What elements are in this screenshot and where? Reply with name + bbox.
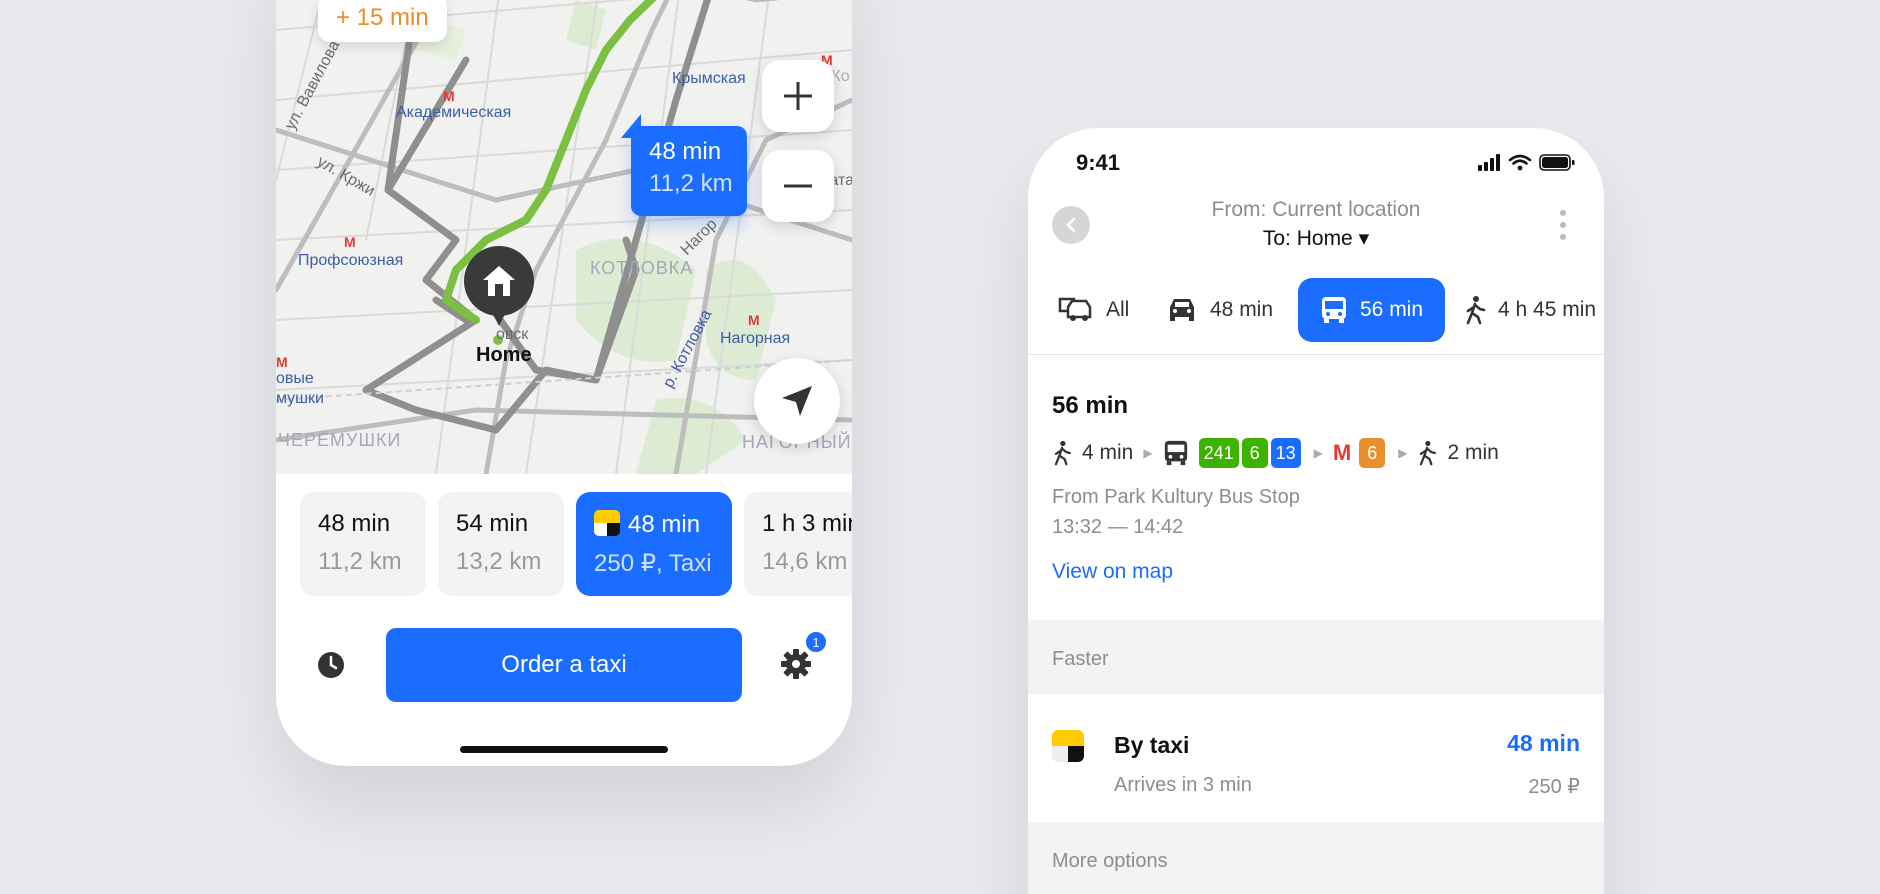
taxi-title: By taxi [1114,732,1190,758]
route-total-time: 56 min [1052,392,1129,419]
divider [1028,354,1604,355]
route-to-field[interactable]: To: Home ▾ [1028,226,1604,251]
bus-icon [1322,297,1346,323]
map-label-ovsk: овск [496,326,529,343]
right-phone: 9:41 From: Current location To: Home ▾ A… [1028,128,1604,894]
tab-all[interactable]: All [1058,278,1129,342]
route-from-field[interactable]: From: Current location [1028,198,1604,222]
step-arrow-icon: ▶ [1313,446,1323,460]
route-option-detail: 14,6 km [762,548,848,575]
metro-icon: М [344,234,356,250]
taxi-arrival: Arrives in 3 min [1114,774,1252,796]
map-label-akademicheskaya: Академическая [396,104,512,121]
more-options-section-header: More options [1028,822,1604,894]
tab-label: 56 min [1360,298,1424,321]
tab-transit-selected[interactable]: 56 min [1298,278,1446,342]
route-option-card[interactable]: 48 min 11,2 km [300,492,426,596]
transport-tabs: All 48 min 56 min 4 h 45 min [1028,278,1604,346]
more-options-label: More options [1052,850,1168,872]
route-map[interactable]: Академическая М Крымская Верхние Ко М Пр… [276,0,852,474]
my-location-button[interactable] [754,358,840,444]
bus-line-badge: 13 [1270,438,1301,468]
walk-icon [1466,296,1486,325]
route-option-time: 1 h 3 min [762,510,852,537]
map-label-novye-2: мушки [276,390,324,407]
route-option-detail: 250 ₽, Taxi [594,550,712,577]
route-option-detail: 13,2 km [456,548,542,575]
route-option-time: 48 min [628,511,701,538]
taxi-price: 250 ₽ [1528,776,1580,798]
route-bubble[interactable]: 48 min 11,2 km [621,114,747,216]
home-icon [483,266,515,296]
route-bubble-distance: 11,2 km [649,170,733,197]
metro-line-badge: 6 [1359,438,1386,468]
route-option-card[interactable]: 54 min 13,2 km [438,492,564,596]
order-taxi-button[interactable]: Order a taxi [386,628,742,702]
route-option-card-taxi-selected[interactable]: 48 min 250 ₽, Taxi [576,492,732,596]
route-option-time: 54 min [456,510,529,537]
navigation-arrow-icon [782,386,812,416]
home-label: Home [476,344,532,366]
route-bubble-time: 48 min [649,138,722,165]
multi-transport-icon [1058,297,1092,321]
walk-icon [1054,440,1071,466]
map-label-novye: овые [276,370,314,387]
home-indicator [460,746,668,753]
map-label-krymskaya: Крымская [672,70,746,87]
tab-label: 4 h 45 min [1498,298,1597,321]
tab-label: All [1106,298,1130,321]
wifi-icon [1508,154,1532,165]
faster-section-header: Faster [1028,620,1604,694]
more-vertical-icon[interactable] [1558,208,1568,242]
left-phone: Академическая М Крымская Верхние Ко М Пр… [276,0,852,766]
taxi-time: 48 min [1507,730,1580,756]
metro-icon: М [748,312,760,328]
bus-line-badge: 241 [1198,438,1239,468]
map-label-cheryomushki: ЧЕРЁМУШКИ [278,430,402,450]
signal-icon [1478,154,1500,171]
minus-icon [784,184,812,188]
metro-icon: М [1332,440,1352,465]
settings-badge: 1 [804,630,828,654]
plus-icon [784,82,812,110]
gear-icon[interactable] [780,648,812,680]
walk-start-time: 4 min [1082,441,1134,464]
walk-icon [1420,440,1437,466]
taxi-option-row[interactable]: By taxi Arrives in 3 min 48 min 250 ₽ [1028,694,1604,822]
bus-icon [1164,440,1187,466]
route-option-time: 48 min [318,510,391,537]
walk-end-time: 2 min [1447,441,1499,464]
tab-label: 48 min [1210,298,1274,321]
status-icons [1478,154,1575,171]
yandex-taxi-logo-icon [594,510,620,536]
yandex-taxi-logo-icon [1052,730,1084,762]
faster-header-label: Faster [1052,648,1109,670]
step-arrow-icon: ▶ [1398,446,1408,460]
route-option-card[interactable]: 1 h 3 min 14,6 km [744,492,852,596]
map-label-profsoyuznaya: Профсоюзная [298,252,404,269]
tab-walk[interactable]: 4 h 45 min [1464,278,1596,342]
route-steps: 4 min ▶ 241 6 13 ▶ М 6 ▶ 2 min [1052,436,1499,470]
eta-difference-chip: + 15 min [318,0,447,42]
view-on-map-link[interactable]: View on map [1052,560,1173,584]
step-arrow-icon: ▶ [1143,446,1153,460]
time-range: 13:32 — 14:42 [1052,516,1184,538]
clock-icon[interactable] [316,650,346,680]
home-pin[interactable] [464,246,534,326]
from-stop: From Park Kultury Bus Stop [1052,486,1300,508]
battery-icon [1539,154,1575,171]
zoom-in-button[interactable] [762,60,834,132]
map-label-kotlovka: КОТЛОВКА [590,258,694,278]
bus-line-badge: 6 [1241,438,1268,468]
route-option-detail: 11,2 km [318,548,402,575]
status-time: 9:41 [1076,150,1121,175]
metro-icon: М [443,88,455,104]
route-options-row: 48 min 11,2 km 54 min 13,2 km 48 min 250… [276,492,852,602]
tab-car[interactable]: 48 min [1166,278,1273,342]
zoom-out-button[interactable] [762,150,834,222]
car-icon [1170,299,1194,321]
map-label-nagornaya: Нагорная [720,330,791,347]
metro-icon: М [276,354,288,370]
